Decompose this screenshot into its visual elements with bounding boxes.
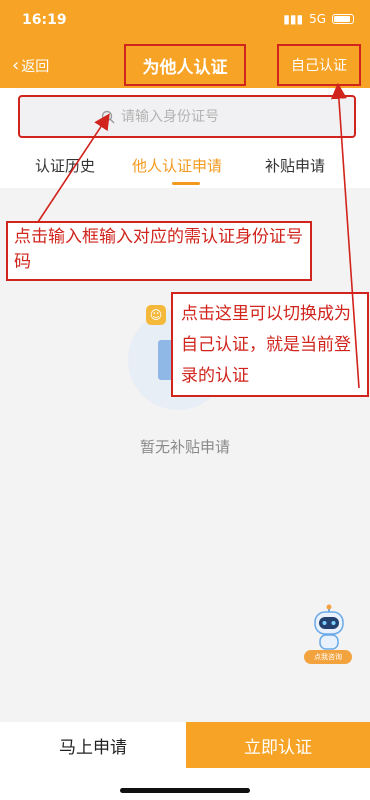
annotation-arrows: [37, 82, 360, 389]
verify-now-button[interactable]: 立即认证: [186, 722, 370, 768]
apply-now-button[interactable]: 马上申请: [0, 722, 186, 768]
robot-label[interactable]: 点我咨询: [304, 650, 352, 664]
home-indicator: [120, 788, 250, 793]
arrow-to-search: [37, 113, 110, 223]
arrow-to-self-verify: [330, 82, 360, 389]
